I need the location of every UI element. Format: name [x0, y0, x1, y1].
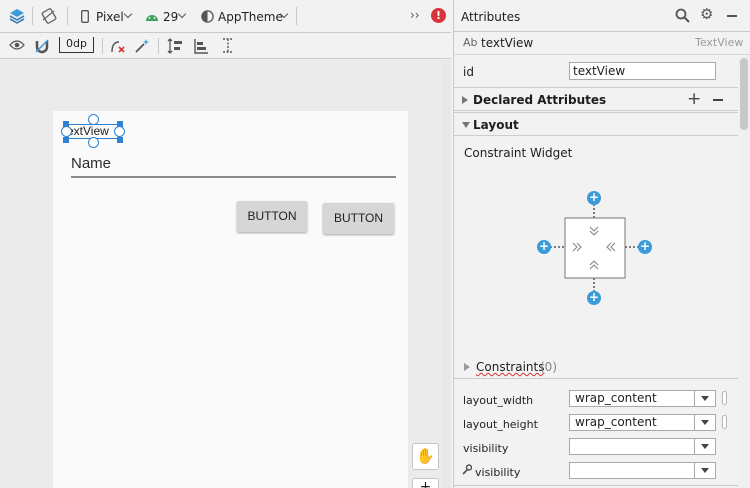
android-icon: [145, 11, 159, 25]
scrollbar-thumb[interactable]: [740, 58, 748, 130]
layout-section[interactable]: Layout: [454, 112, 738, 136]
section-title: Declared Attributes: [473, 93, 607, 107]
reference-toggle[interactable]: [722, 391, 727, 405]
constraint-widget-label: Constraint Widget: [464, 146, 573, 160]
minimize-icon[interactable]: [727, 15, 737, 17]
component-type: TextView: [695, 36, 744, 49]
device-selector[interactable]: Pixel: [96, 10, 124, 24]
zoom-in-button[interactable]: +: [412, 478, 439, 488]
constraints-label: Constraints: [476, 360, 545, 374]
layout-width-label: layout_width: [463, 394, 534, 407]
eye-icon[interactable]: [9, 39, 25, 54]
dropdown-value: wrap_content: [575, 415, 657, 429]
layout-editor: Pixel 29 AppTheme ›› ! 0dp xtView Name B…: [0, 0, 451, 488]
api-level-selector[interactable]: 29: [163, 10, 178, 24]
add-right-constraint-button[interactable]: +: [638, 240, 652, 254]
chevron-right-icon: [464, 363, 470, 371]
section-title: Layout: [473, 118, 519, 132]
layout-width-dropdown[interactable]: wrap_content: [569, 390, 716, 407]
editor-toolbar-bottom: 0dp: [0, 33, 451, 59]
infer-constraints-icon[interactable]: [134, 38, 150, 57]
search-icon[interactable]: [675, 8, 690, 26]
dropdown-value: wrap_content: [575, 391, 657, 405]
clear-constraints-icon[interactable]: [110, 38, 126, 57]
pan-button[interactable]: ✋: [412, 443, 439, 470]
layout-height-label: layout_height: [463, 418, 538, 431]
attributes-header: Attributes ⚙: [454, 0, 750, 32]
constraint-handle-bottom[interactable]: [88, 137, 99, 148]
add-attribute-button[interactable]: +: [687, 89, 701, 109]
default-margin-selector[interactable]: 0dp: [59, 37, 94, 53]
id-label: id: [463, 65, 474, 79]
gear-icon[interactable]: ⚙: [700, 7, 713, 22]
add-left-constraint-button[interactable]: +: [537, 240, 551, 254]
layout-height-dropdown[interactable]: wrap_content: [569, 414, 716, 431]
guidelines-icon[interactable]: [220, 37, 236, 58]
editor-toolbar-top: Pixel 29 AppTheme ›› !: [0, 0, 451, 33]
add-top-constraint-button[interactable]: +: [587, 191, 601, 205]
tools-visibility-dropdown[interactable]: [569, 462, 716, 479]
add-bottom-constraint-button[interactable]: +: [587, 291, 601, 305]
chevron-down-icon: [694, 415, 715, 430]
chevron-down-icon: [177, 9, 187, 19]
edittext-underline: [71, 176, 396, 178]
remove-attribute-button[interactable]: [713, 99, 723, 101]
magnet-off-icon[interactable]: [34, 38, 50, 57]
panel-footer-line: [454, 485, 738, 486]
component-row: Ab textView TextView: [454, 32, 750, 55]
visibility-dropdown[interactable]: [569, 438, 716, 455]
attributes-panel: Attributes ⚙ Ab textView TextView id tex…: [453, 0, 750, 488]
resize-handle[interactable]: [117, 137, 123, 143]
toolbar-overflow-button[interactable]: ››: [410, 8, 420, 22]
visibility-label: visibility: [463, 442, 509, 455]
chevron-down-icon: [694, 463, 715, 478]
resize-handle[interactable]: [117, 121, 123, 127]
id-field[interactable]: textView: [569, 62, 716, 80]
pack-icon[interactable]: [167, 37, 183, 58]
resize-handle[interactable]: [63, 121, 69, 127]
button-widget-2[interactable]: BUTTON: [323, 203, 394, 234]
tools-visibility-label: visibility: [475, 466, 521, 479]
text-component-icon: Ab: [463, 36, 478, 49]
component-name: textView: [481, 36, 534, 50]
error-icon[interactable]: !: [431, 8, 446, 23]
chevron-down-icon: [123, 9, 133, 19]
constraints-row[interactable]: Constraints (0): [454, 357, 738, 379]
hand-icon: ✋: [416, 447, 435, 465]
declared-attributes-section[interactable]: Declared Attributes +: [454, 87, 738, 111]
constraint-handle-top[interactable]: [88, 114, 99, 125]
chevron-down-icon: [694, 391, 715, 406]
chevron-down-icon: [694, 439, 715, 454]
constraints-count: (0): [540, 360, 557, 374]
edittext-widget[interactable]: Name: [71, 155, 111, 172]
design-surface-icon[interactable]: [8, 7, 26, 28]
constraint-handle-left[interactable]: [61, 126, 72, 137]
textview-widget[interactable]: TextView: [67, 124, 120, 138]
id-row: id textView: [454, 56, 750, 86]
button-widget-1[interactable]: BUTTON: [237, 201, 307, 232]
reference-toggle[interactable]: [722, 415, 727, 429]
panel-title: Attributes: [461, 10, 521, 24]
orientation-icon[interactable]: [40, 7, 58, 28]
wrench-icon: [462, 464, 473, 478]
theme-icon: [201, 10, 214, 26]
canvas-scrollbar[interactable]: [442, 60, 451, 488]
plus-icon: +: [419, 479, 432, 488]
constraint-handle-right[interactable]: [114, 126, 125, 137]
resize-handle[interactable]: [63, 137, 69, 143]
chevron-down-icon: [462, 122, 470, 128]
align-icon[interactable]: [193, 37, 209, 58]
theme-selector[interactable]: AppTheme: [218, 10, 283, 24]
chevron-right-icon: [462, 96, 468, 104]
device-icon: [81, 10, 89, 26]
